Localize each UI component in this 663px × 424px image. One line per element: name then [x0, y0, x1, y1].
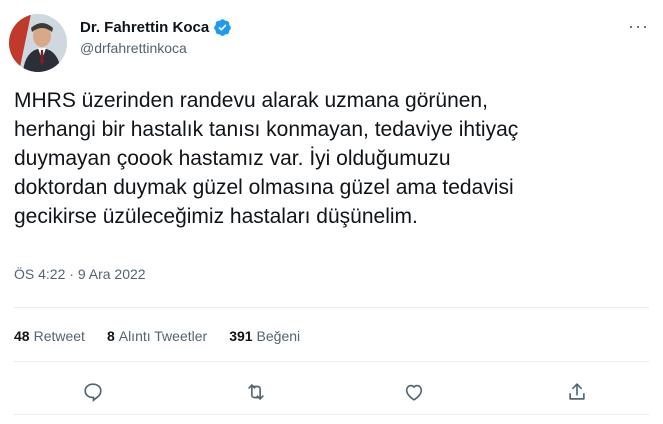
tweet-date[interactable]: 9 Ara 2022: [78, 266, 146, 282]
retweet-count-link[interactable]: 48 Retweet: [14, 328, 85, 344]
tweet-timestamp: ÖS 4:22 · 9 Ara 2022: [14, 266, 146, 282]
like-icon[interactable]: [400, 378, 428, 406]
like-count-link[interactable]: 391 Beğeni: [229, 328, 300, 344]
tweet-actions: [0, 374, 663, 410]
like-count: 391: [229, 328, 253, 344]
avatar-image: [9, 14, 67, 72]
tweet-text: MHRS üzerinden randevu alarak uzmana gör…: [14, 89, 519, 228]
meta-separator: ·: [69, 266, 74, 282]
divider-top: [14, 307, 649, 308]
tweet-time[interactable]: ÖS 4:22: [14, 266, 65, 282]
author-handle[interactable]: @drfahrettinkoca: [80, 40, 187, 56]
quote-label: Alıntı Tweetler: [118, 328, 208, 344]
divider-bottom: [14, 414, 649, 415]
verified-badge-icon: [213, 18, 232, 37]
retweet-count: 48: [14, 328, 30, 344]
divider-middle: [14, 361, 649, 362]
reply-icon[interactable]: [79, 378, 107, 406]
retweet-icon[interactable]: [242, 378, 270, 406]
quote-count-link[interactable]: 8 Alıntı Tweetler: [107, 328, 207, 344]
author-name-row: Dr. Fahrettin Koca: [80, 18, 232, 37]
like-label: Beğeni: [256, 328, 301, 344]
share-icon[interactable]: [563, 378, 591, 406]
tweet-stats: 48 Retweet 8 Alıntı Tweetler 391 Beğeni: [14, 328, 322, 344]
quote-count: 8: [106, 328, 115, 344]
author-display-name[interactable]: Dr. Fahrettin Koca: [80, 19, 209, 36]
avatar[interactable]: [9, 14, 67, 72]
more-options-icon[interactable]: ···: [628, 16, 649, 37]
retweet-label: Retweet: [33, 328, 85, 344]
